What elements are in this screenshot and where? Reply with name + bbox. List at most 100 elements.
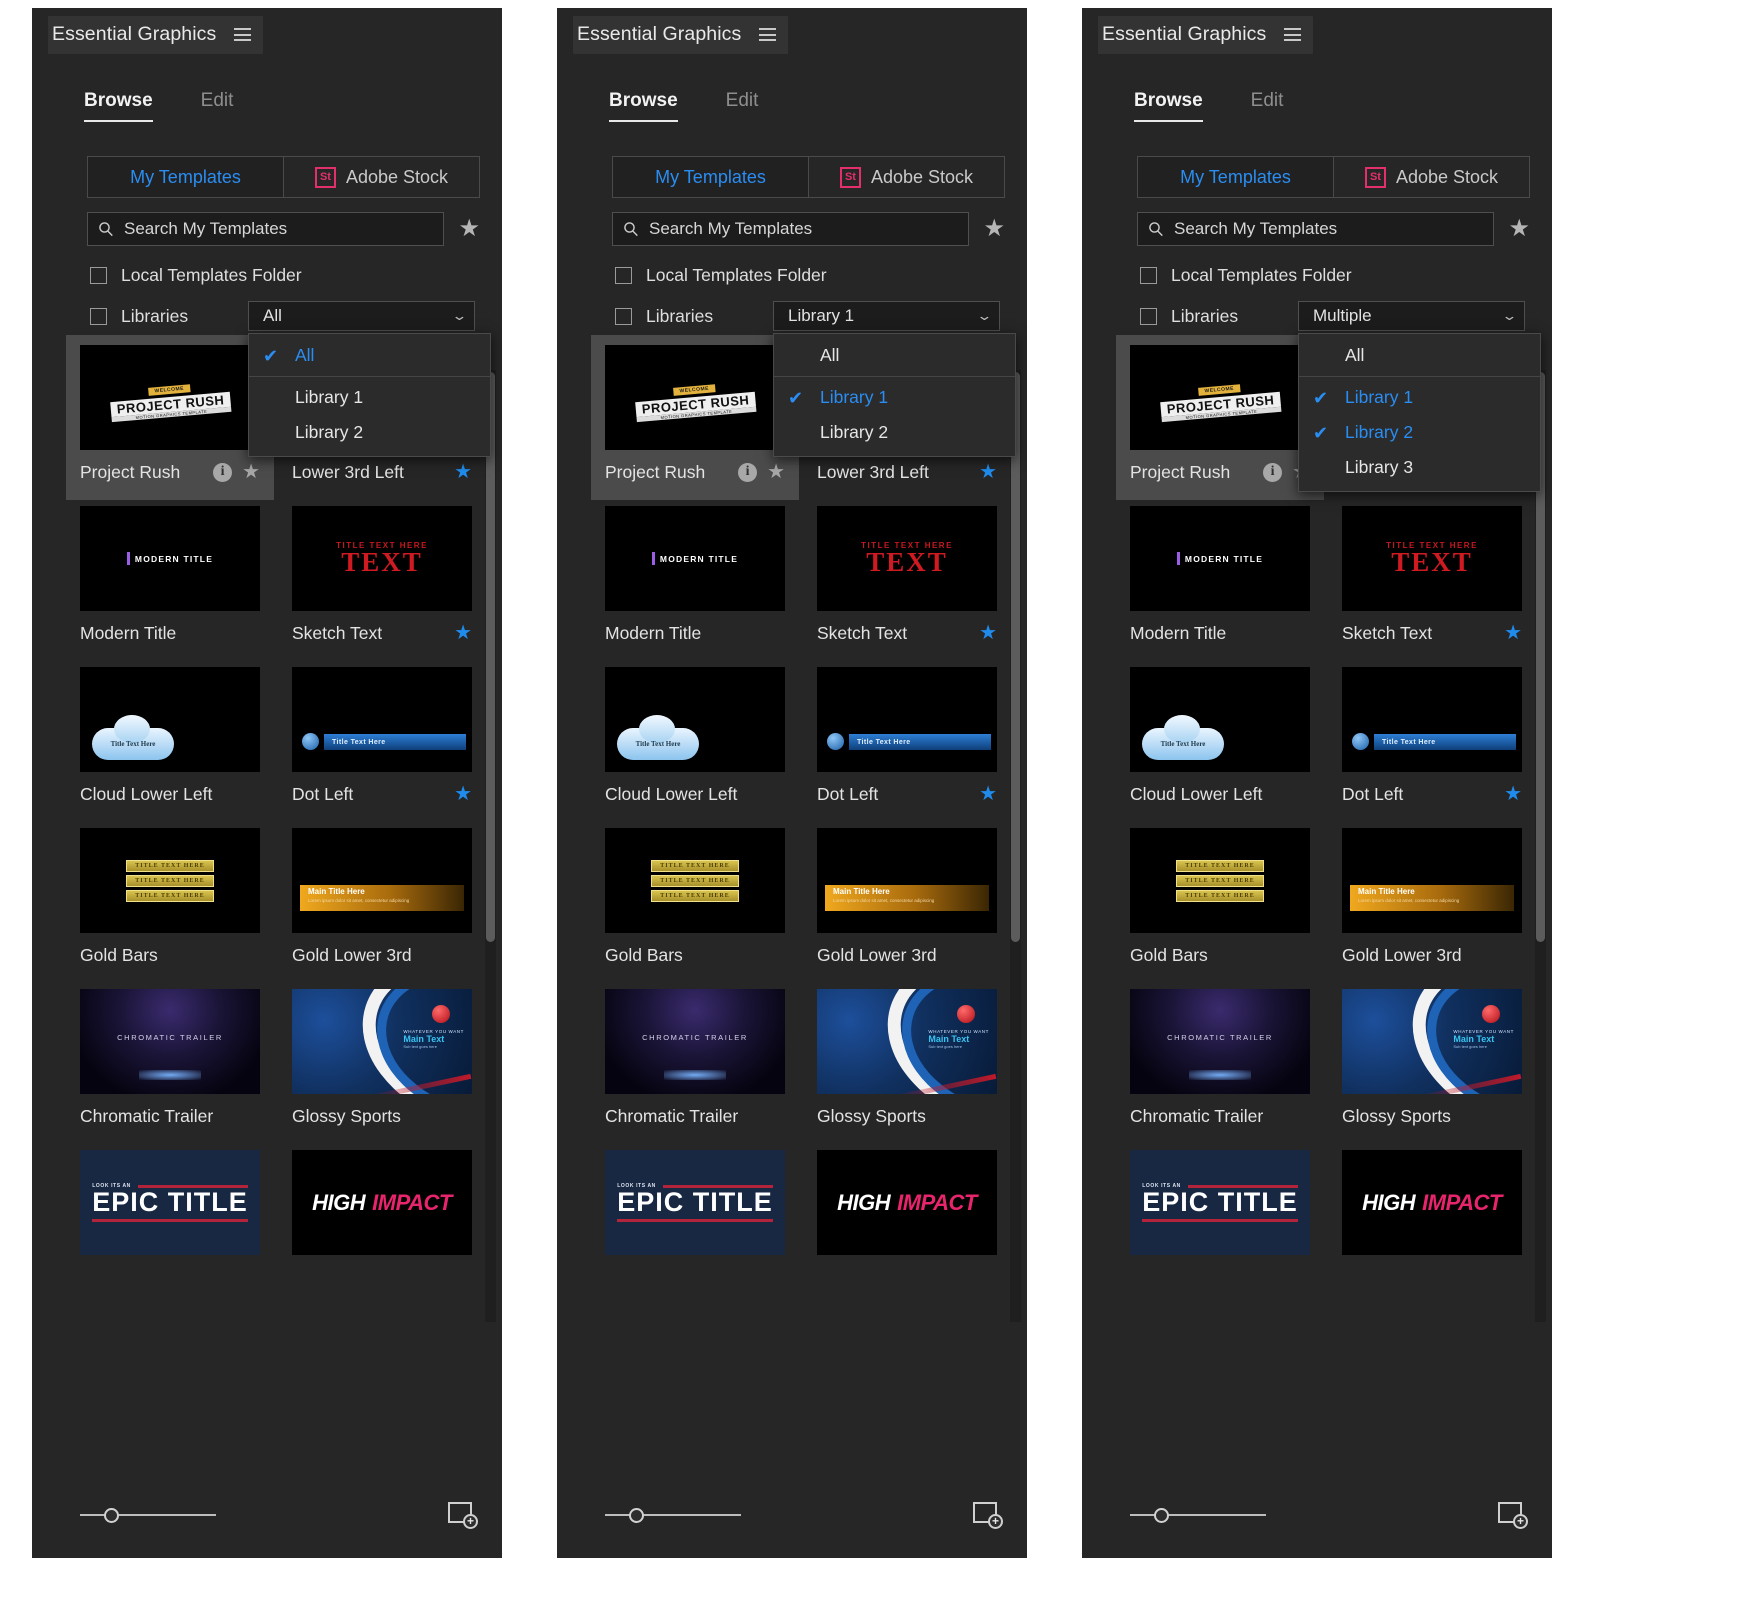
hamburger-icon[interactable]	[759, 28, 777, 41]
search-input[interactable]: Search My Templates	[1137, 212, 1495, 246]
favorites-filter-icon[interactable]: ★	[983, 217, 1005, 241]
info-icon[interactable]: i	[213, 462, 233, 482]
template-card[interactable]: WELCOME PROJECT RUSH MOTION GRAPHICS TEM…	[591, 335, 799, 500]
library-option-library-1[interactable]: ✔ Library 1	[774, 380, 1015, 415]
favorite-star-icon[interactable]: ★	[1504, 784, 1522, 804]
scrollbar-thumb[interactable]	[1011, 372, 1020, 942]
template-card[interactable]: Title Text Here Cloud Lower Left	[1130, 667, 1310, 816]
template-thumbnail[interactable]: WELCOME PROJECT RUSH MOTION GRAPHICS TEM…	[1130, 345, 1310, 450]
tab-browse[interactable]: Browse	[1134, 90, 1203, 122]
filter-local-templates-folder[interactable]: Local Templates Folder	[557, 263, 1027, 287]
slider-knob[interactable]	[104, 1507, 119, 1523]
library-option-library-1[interactable]: ✔ Library 1	[1299, 380, 1540, 415]
library-option-library-1[interactable]: ✔ Library 1	[249, 380, 490, 415]
template-card[interactable]: Main Title Here Lorem ipsum dolor sit am…	[1342, 828, 1522, 977]
favorite-star-icon[interactable]: ★	[979, 623, 997, 643]
favorite-star-icon[interactable]: ★	[979, 784, 997, 804]
template-thumbnail[interactable]: WHATEVER YOU WANT Main Text Sub text goe…	[292, 989, 472, 1094]
template-card[interactable]: WHATEVER YOU WANT Main Text Sub text goe…	[292, 989, 472, 1138]
favorite-star-icon[interactable]: ★	[454, 784, 472, 804]
template-thumbnail[interactable]: HIGH IMPACT	[292, 1150, 472, 1255]
template-card[interactable]: MODERN TITLE Modern Title	[80, 506, 260, 655]
template-card[interactable]: TITLE TEXT HERE TITLE TEXT HERE TITLE TE…	[605, 828, 785, 977]
template-thumbnail[interactable]: LOOK ITS AN EPIC TITLE	[1130, 1150, 1310, 1255]
template-card[interactable]: LOOK ITS AN EPIC TITLE	[605, 1150, 785, 1299]
slider-knob[interactable]	[1154, 1507, 1169, 1523]
filter-local-templates-folder[interactable]: Local Templates Folder	[32, 263, 502, 287]
template-card[interactable]: WELCOME PROJECT RUSH MOTION GRAPHICS TEM…	[66, 335, 274, 500]
template-thumbnail[interactable]: TITLE TEXT HERE TITLE TEXT HERE TITLE TE…	[80, 828, 260, 933]
template-thumbnail[interactable]: LOOK ITS AN EPIC TITLE	[605, 1150, 785, 1255]
template-card[interactable]: HIGH IMPACT	[292, 1150, 472, 1299]
template-thumbnail[interactable]: TITLE TEXT HERE TITLE TEXT HERE TITLE TE…	[605, 828, 785, 933]
template-card[interactable]: TITLE TEXT HERE TITLE TEXT HERE TITLE TE…	[80, 828, 260, 977]
template-card[interactable]: TITLE TEXT HERE TITLE TEXT HERE TITLE TE…	[1130, 828, 1310, 977]
template-card[interactable]: MODERN TITLE Modern Title	[1130, 506, 1310, 655]
template-thumbnail[interactable]: Title Text Here	[292, 667, 472, 772]
source-tab-adobe-stock[interactable]: St Adobe Stock	[283, 157, 479, 197]
template-card[interactable]: WHATEVER YOU WANT Main Text Sub text goe…	[817, 989, 997, 1138]
template-card[interactable]: LOOK ITS AN EPIC TITLE	[1130, 1150, 1310, 1299]
template-thumbnail[interactable]: WELCOME PROJECT RUSH MOTION GRAPHICS TEM…	[80, 345, 260, 450]
library-dropdown-field[interactable]: Library 1 ⌄	[773, 301, 1000, 331]
template-thumbnail[interactable]: Title Text Here	[1342, 667, 1522, 772]
checkbox-icon[interactable]	[615, 307, 632, 325]
template-card[interactable]: CHROMATIC TRAILER Chromatic Trailer	[1130, 989, 1310, 1138]
source-tab-my-templates[interactable]: My Templates	[88, 157, 283, 197]
template-card[interactable]: Title Text Here Dot Left ★	[817, 667, 997, 816]
library-option-library-3[interactable]: ✔ Library 3	[1299, 450, 1540, 485]
filter-local-templates-folder[interactable]: Local Templates Folder	[1082, 263, 1552, 287]
template-card[interactable]: CHROMATIC TRAILER Chromatic Trailer	[80, 989, 260, 1138]
favorite-star-icon[interactable]: ★	[242, 462, 260, 482]
checkbox-icon[interactable]	[1140, 307, 1157, 325]
new-layer-button[interactable]: +	[973, 1501, 1003, 1529]
library-option-all[interactable]: ✔ All	[249, 338, 490, 373]
source-tab-adobe-stock[interactable]: St Adobe Stock	[1333, 157, 1529, 197]
template-thumbnail[interactable]: MODERN TITLE	[80, 506, 260, 611]
scrollbar-thumb[interactable]	[486, 372, 495, 942]
template-thumbnail[interactable]: Title Text Here	[605, 667, 785, 772]
library-dropdown-field[interactable]: All ⌄	[248, 301, 475, 331]
template-thumbnail[interactable]: LOOK ITS AN EPIC TITLE	[80, 1150, 260, 1255]
library-option-library-2[interactable]: ✔ Library 2	[1299, 415, 1540, 450]
favorite-star-icon[interactable]: ★	[1504, 623, 1522, 643]
source-tab-adobe-stock[interactable]: St Adobe Stock	[808, 157, 1004, 197]
panel-title-chip[interactable]: Essential Graphics	[1098, 16, 1314, 54]
template-thumbnail[interactable]: Main Title Here Lorem ipsum dolor sit am…	[292, 828, 472, 933]
new-layer-button[interactable]: +	[1498, 1501, 1528, 1529]
template-thumbnail[interactable]: Title Text Here	[80, 667, 260, 772]
template-thumbnail[interactable]: MODERN TITLE	[605, 506, 785, 611]
thumbnail-size-slider[interactable]	[605, 1505, 741, 1525]
checkbox-icon[interactable]	[615, 266, 632, 284]
template-card[interactable]: HIGH IMPACT	[1342, 1150, 1522, 1299]
panel-title-chip[interactable]: Essential Graphics	[573, 16, 789, 54]
hamburger-icon[interactable]	[1284, 28, 1302, 41]
checkbox-icon[interactable]	[90, 266, 107, 284]
checkbox-icon[interactable]	[1140, 266, 1157, 284]
template-thumbnail[interactable]: Main Title Here Lorem ipsum dolor sit am…	[817, 828, 997, 933]
checkbox-icon[interactable]	[90, 307, 107, 325]
favorite-star-icon[interactable]: ★	[454, 462, 472, 482]
template-card[interactable]: Title Text Here Dot Left ★	[292, 667, 472, 816]
template-card[interactable]: TITLE TEXT HERE TEXT Sketch Text ★	[1342, 506, 1522, 655]
source-tab-my-templates[interactable]: My Templates	[1138, 157, 1333, 197]
template-thumbnail[interactable]: HIGH IMPACT	[1342, 1150, 1522, 1255]
panel-title-chip[interactable]: Essential Graphics	[48, 16, 264, 54]
template-thumbnail[interactable]: WHATEVER YOU WANT Main Text Sub text goe…	[817, 989, 997, 1094]
template-thumbnail[interactable]: Title Text Here	[1130, 667, 1310, 772]
favorite-star-icon[interactable]: ★	[767, 462, 785, 482]
template-card[interactable]: Title Text Here Dot Left ★	[1342, 667, 1522, 816]
favorites-filter-icon[interactable]: ★	[458, 217, 480, 241]
template-card[interactable]: Title Text Here Cloud Lower Left	[605, 667, 785, 816]
template-card[interactable]: LOOK ITS AN EPIC TITLE	[80, 1150, 260, 1299]
info-icon[interactable]: i	[1263, 462, 1283, 482]
template-card[interactable]: Title Text Here Cloud Lower Left	[80, 667, 260, 816]
template-card[interactable]: TITLE TEXT HERE TEXT Sketch Text ★	[817, 506, 997, 655]
template-thumbnail[interactable]: MODERN TITLE	[1130, 506, 1310, 611]
library-option-all[interactable]: ✔ All	[1299, 338, 1540, 373]
favorite-star-icon[interactable]: ★	[979, 462, 997, 482]
template-thumbnail[interactable]: WHATEVER YOU WANT Main Text Sub text goe…	[1342, 989, 1522, 1094]
hamburger-icon[interactable]	[234, 28, 252, 41]
library-option-library-2[interactable]: ✔ Library 2	[774, 415, 1015, 450]
template-thumbnail[interactable]: TITLE TEXT HERE TEXT	[292, 506, 472, 611]
